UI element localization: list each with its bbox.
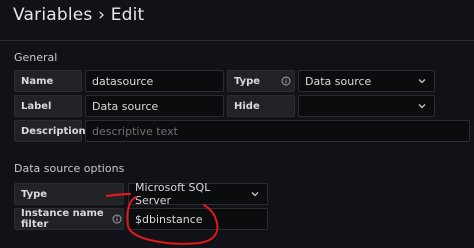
- name-input[interactable]: datasource: [85, 70, 224, 92]
- ds-type-select[interactable]: Microsoft SQL Server: [128, 181, 268, 207]
- type-label: Type: [227, 70, 295, 92]
- hide-select[interactable]: [298, 95, 435, 117]
- datasource-options-heading: Data source options: [14, 162, 125, 175]
- label-label: Label: [14, 95, 82, 117]
- info-circle-icon[interactable]: [281, 76, 291, 86]
- ds-type-label: Type: [14, 183, 124, 205]
- instance-filter-input[interactable]: $dbinstance: [128, 208, 268, 230]
- type-select-value: Data source: [305, 74, 372, 88]
- type-label-text: Type: [234, 75, 261, 87]
- info-circle-icon[interactable]: [112, 214, 122, 224]
- ds-type-select-value: Microsoft SQL Server: [135, 181, 211, 207]
- chevron-down-icon: [418, 104, 426, 109]
- description-input[interactable]: descriptive text: [85, 120, 470, 142]
- chevron-down-icon: [251, 192, 259, 197]
- instance-filter-label: Instance name filter: [14, 208, 124, 230]
- name-label: Name: [14, 70, 82, 92]
- general-section-heading: General: [14, 51, 58, 64]
- chevron-down-icon: [418, 79, 426, 84]
- description-label: Description: [14, 120, 86, 142]
- hide-label: Hide: [227, 95, 295, 117]
- label-input[interactable]: Data source: [85, 95, 224, 117]
- instance-filter-label-text: Instance name filter: [21, 208, 104, 230]
- header-divider: [0, 40, 474, 41]
- page-title: Variables › Edit: [13, 5, 145, 25]
- type-select[interactable]: Data source: [298, 70, 435, 92]
